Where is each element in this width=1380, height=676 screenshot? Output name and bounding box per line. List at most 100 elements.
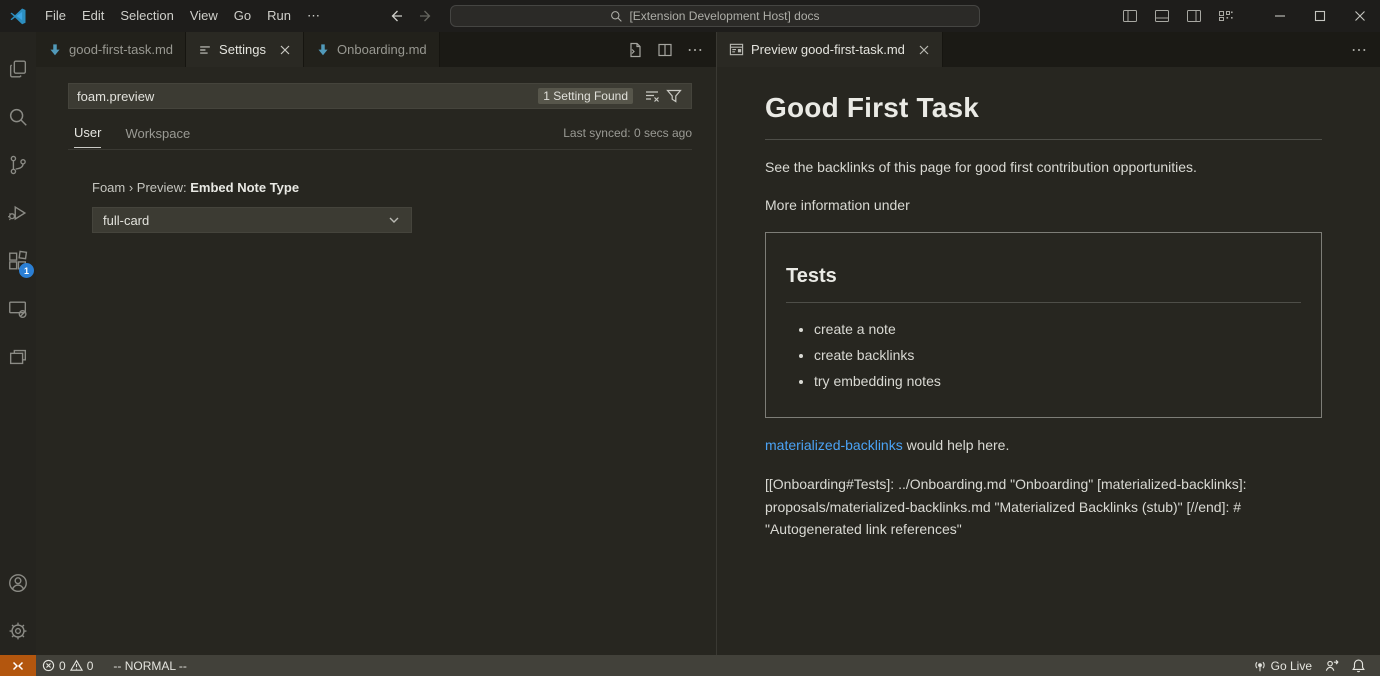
setting-name: Embed Note Type [190, 180, 299, 195]
setting-title: Foam › Preview: Embed Note Type [92, 180, 692, 195]
windows-stack-icon[interactable] [0, 333, 36, 381]
go-live-button[interactable]: Go Live [1247, 655, 1318, 676]
live-share-button[interactable] [1318, 655, 1345, 676]
preview-title: Good First Task [765, 87, 1322, 140]
open-settings-json-icon[interactable] [622, 37, 648, 63]
tab-preview-good-first-task[interactable]: Preview good-first-task.md [717, 32, 943, 67]
backlink-paragraph: materialized-backlinks would help here. [765, 435, 1322, 456]
tab-label: Onboarding.md [337, 42, 427, 57]
extensions-badge: 1 [19, 263, 34, 278]
list-item: create a note [814, 319, 1301, 340]
tab-settings[interactable]: Settings [186, 32, 304, 67]
go-back-icon[interactable] [388, 8, 404, 24]
title-bar: File Edit Selection View Go Run ⋯ [Exten… [0, 0, 1380, 32]
explorer-icon[interactable] [0, 45, 36, 93]
remote-explorer-icon[interactable] [0, 285, 36, 333]
list-item: try embedding notes [814, 371, 1301, 392]
right-tab-bar: Preview good-first-task.md ⋯ [717, 32, 1380, 67]
settings-scope-row: User Workspace Last synced: 0 secs ago [68, 125, 692, 150]
editor-group-left: good-first-task.md Settings Onboarding.m… [36, 32, 716, 655]
command-center[interactable]: [Extension Development Host] docs [450, 5, 980, 27]
settings-editor-icon [198, 43, 212, 57]
markdown-preview: Good First Task See the backlinks of thi… [717, 67, 1380, 655]
dropdown-value: full-card [103, 213, 149, 228]
live-share-icon [1324, 658, 1339, 673]
editor-group-right: Preview good-first-task.md ⋯ Good First … [716, 32, 1380, 655]
extensions-icon[interactable]: 1 [0, 237, 36, 285]
search-icon [610, 10, 623, 23]
status-bar-right: Go Live [1247, 655, 1380, 676]
link-references-text: [[Onboarding#Tests]: ../Onboarding.md "O… [765, 473, 1322, 541]
backlink-suffix: would help here. [903, 437, 1010, 453]
tab-onboarding[interactable]: Onboarding.md [304, 32, 440, 67]
editor-area: good-first-task.md Settings Onboarding.m… [36, 32, 1380, 655]
tab-label: Preview good-first-task.md [751, 42, 905, 57]
scope-tab-workspace[interactable]: Workspace [125, 126, 190, 148]
remote-indicator[interactable] [0, 655, 36, 676]
toggle-primary-sidebar-icon[interactable] [1114, 0, 1146, 32]
notifications-bell-icon[interactable] [1345, 655, 1372, 676]
toggle-secondary-sidebar-icon[interactable] [1178, 0, 1210, 32]
broadcast-icon [1253, 659, 1267, 673]
warning-icon [70, 659, 83, 672]
chevron-down-icon [387, 213, 401, 227]
split-editor-icon[interactable] [652, 37, 678, 63]
setting-category: Foam › Preview: [92, 180, 190, 195]
error-count: 0 [59, 659, 66, 673]
menu-go[interactable]: Go [226, 5, 259, 27]
warning-count: 0 [87, 659, 94, 673]
close-tab-icon[interactable] [279, 44, 291, 56]
customize-layout-icon[interactable] [1210, 0, 1242, 32]
vscode-logo-icon [9, 7, 27, 25]
more-actions-icon[interactable]: ⋯ [682, 37, 708, 63]
remote-icon [11, 659, 25, 673]
source-control-icon[interactable] [0, 141, 36, 189]
tab-label: good-first-task.md [69, 42, 173, 57]
menu-edit[interactable]: Edit [74, 5, 112, 27]
more-actions-icon[interactable]: ⋯ [1346, 37, 1372, 63]
embedded-note-heading: Tests [786, 261, 1301, 303]
accounts-icon[interactable] [0, 559, 36, 607]
last-synced-label: Last synced: 0 secs ago [563, 126, 692, 148]
left-tab-bar: good-first-task.md Settings Onboarding.m… [36, 32, 716, 67]
maximize-button[interactable] [1300, 0, 1340, 32]
activity-bar: 1 [0, 32, 36, 655]
go-live-label: Go Live [1271, 659, 1312, 673]
error-icon [42, 659, 55, 672]
close-tab-icon[interactable] [918, 44, 930, 56]
vim-mode-indicator[interactable]: -- NORMAL -- [107, 655, 193, 676]
embed-note-type-dropdown[interactable]: full-card [92, 207, 412, 233]
menu-more[interactable]: ⋯ [299, 5, 328, 27]
filter-settings-icon[interactable] [663, 85, 685, 107]
status-bar: 0 0 -- NORMAL -- Go Live [0, 655, 1380, 676]
go-forward-icon[interactable] [418, 8, 434, 24]
settings-search-query: foam.preview [77, 89, 154, 104]
tab-label: Settings [219, 42, 266, 57]
markdown-file-icon [316, 43, 330, 57]
left-tab-actions: ⋯ [622, 32, 716, 67]
settings-search-input[interactable]: foam.preview 1 Setting Found [68, 83, 692, 109]
clear-settings-search-icon[interactable] [641, 85, 663, 107]
minimize-button[interactable] [1260, 0, 1300, 32]
menu-file[interactable]: File [37, 5, 74, 27]
preview-paragraph-1: See the backlinks of this page for good … [765, 157, 1322, 178]
menu-selection[interactable]: Selection [112, 5, 181, 27]
embedded-note-list: create a note create backlinks try embed… [786, 319, 1301, 392]
tab-good-first-task[interactable]: good-first-task.md [36, 32, 186, 67]
settings-editor: foam.preview 1 Setting Found User Worksp… [36, 67, 716, 655]
problems-indicator[interactable]: 0 0 [36, 655, 99, 676]
list-item: create backlinks [814, 345, 1301, 366]
toggle-panel-icon[interactable] [1146, 0, 1178, 32]
close-window-button[interactable] [1340, 0, 1380, 32]
scope-tab-user[interactable]: User [74, 125, 101, 148]
materialized-backlinks-link[interactable]: materialized-backlinks [765, 437, 903, 453]
menu-view[interactable]: View [182, 5, 226, 27]
setting-row-embed-note-type: Foam › Preview: Embed Note Type full-car… [92, 180, 692, 233]
run-debug-icon[interactable] [0, 189, 36, 237]
search-view-icon[interactable] [0, 93, 36, 141]
menu-run[interactable]: Run [259, 5, 299, 27]
manage-gear-icon[interactable] [0, 607, 36, 655]
markdown-file-icon [48, 43, 62, 57]
preview-icon [729, 42, 744, 57]
right-tab-actions: ⋯ [1346, 32, 1380, 67]
